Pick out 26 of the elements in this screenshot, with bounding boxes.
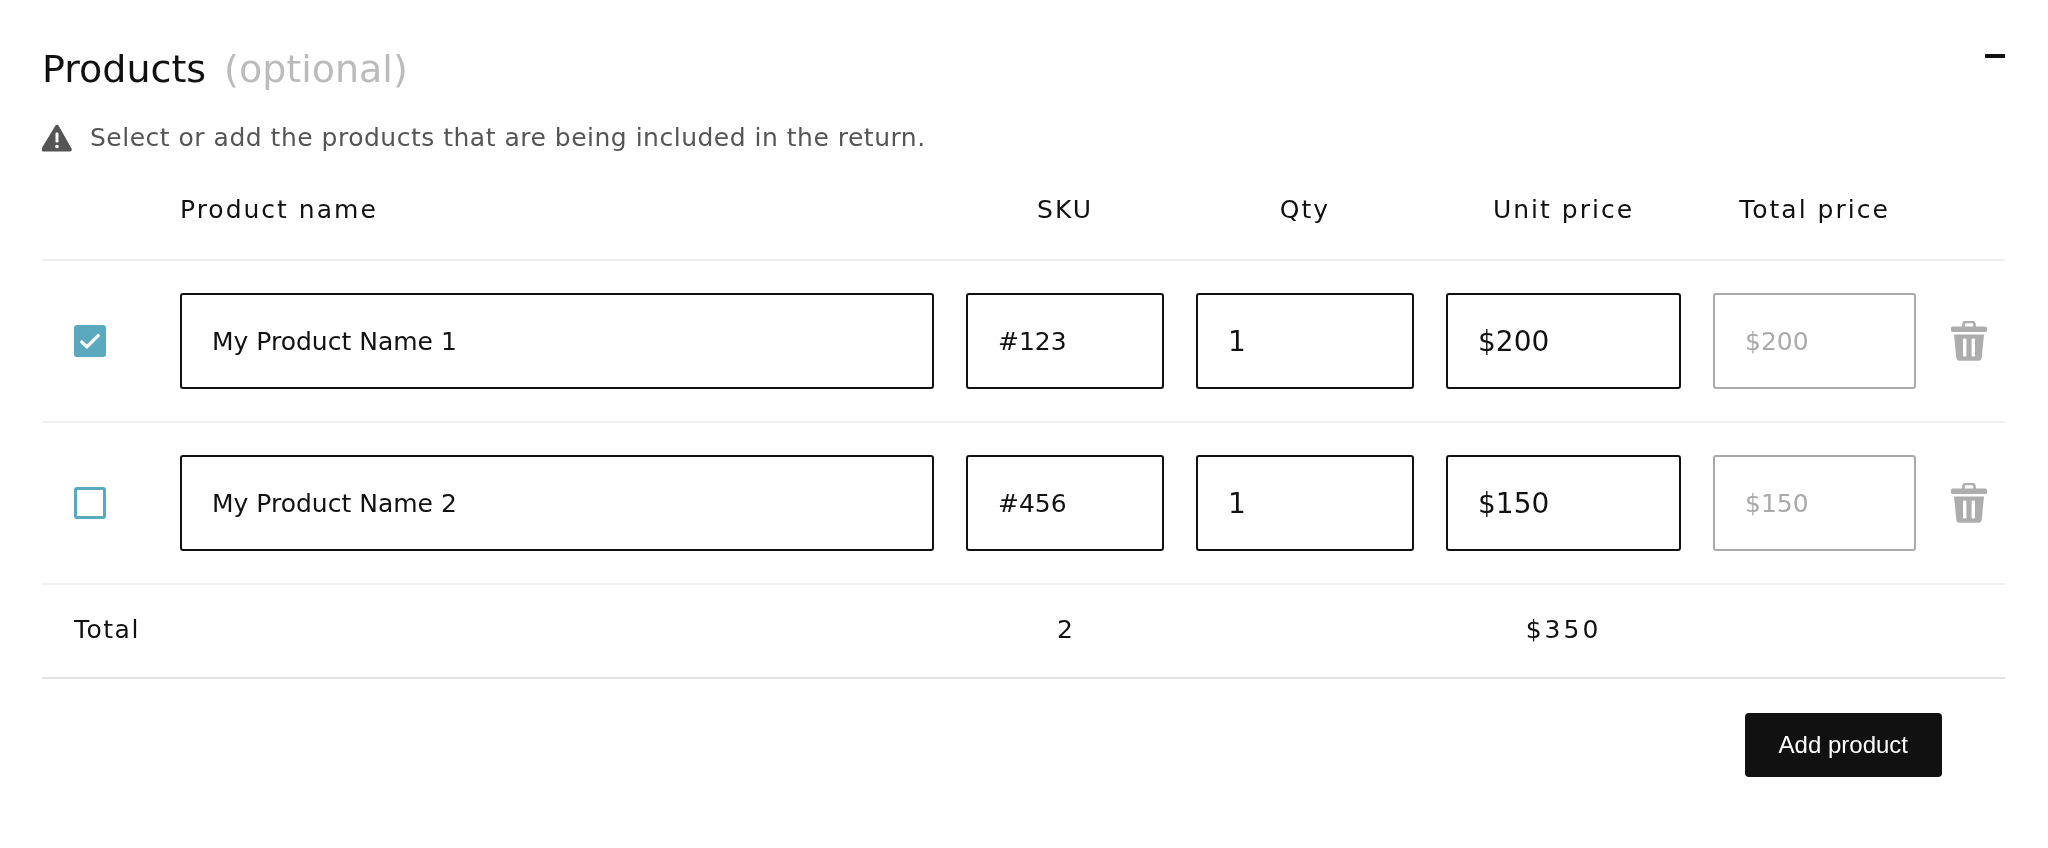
optional-note: (optional) [224,47,408,91]
input-field[interactable]: My Product Name 2 [180,455,934,551]
total-quantity: 2 [1057,615,1073,645]
section-title: Products [42,47,207,91]
warning-icon [42,124,72,152]
input-field[interactable]: 1 [1196,455,1414,551]
input-field[interactable]: $200 [1446,293,1681,389]
column-header: SKU [1037,195,1093,225]
check-icon [80,332,100,350]
add-product-button[interactable]: Add product [1744,713,1942,777]
column-header: Product name [180,195,378,225]
input-field[interactable]: My Product Name 1 [180,293,934,389]
checkbox[interactable] [74,487,106,519]
input-field[interactable]: 1 [1196,293,1414,389]
trash-icon[interactable] [1951,321,1987,361]
trash-icon[interactable] [1951,483,1987,523]
checkbox[interactable] [74,325,106,357]
total-label: Total [74,615,140,645]
notice-text: Select or add the products that are being included in the return. [90,123,926,153]
total-amount: $350 [1525,615,1602,645]
column-header: Total price [1739,195,1890,225]
input-field[interactable]: #123 [966,293,1164,389]
column-header: Qty [1279,195,1331,225]
column-header: Unit price [1492,195,1635,225]
input-field[interactable]: #456 [966,455,1164,551]
input-field[interactable]: $150 [1446,455,1681,551]
